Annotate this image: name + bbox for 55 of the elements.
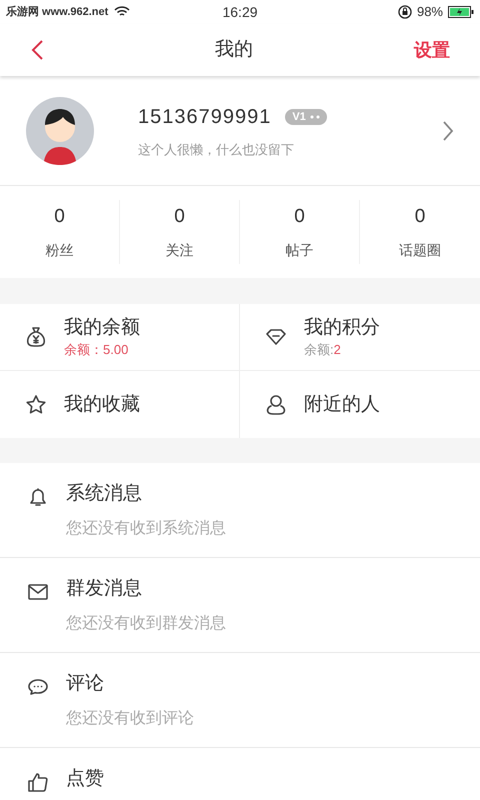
stat-item[interactable]: 0 关注 xyxy=(120,200,240,264)
star-icon xyxy=(24,392,48,416)
stat-count: 0 xyxy=(414,205,426,230)
message-title: 群发消息 xyxy=(66,577,143,601)
message-title: 点赞 xyxy=(66,767,104,791)
battery-percent-text: 98% xyxy=(416,3,443,22)
stat-count: 0 xyxy=(54,205,65,230)
message-subtitle: 您还没有收到群发消息 xyxy=(66,614,226,634)
message-row[interactable]: 系统消息 您还没有收到系统消息 xyxy=(0,463,480,558)
battery-charging-icon xyxy=(448,6,474,18)
stat-label: 粉丝 xyxy=(46,240,74,260)
message-title: 系统消息 xyxy=(66,482,143,506)
wifi-icon xyxy=(114,6,130,18)
page-title: 我的 xyxy=(214,38,254,62)
settings-button[interactable]: 设置 xyxy=(414,36,450,64)
stat-label: 关注 xyxy=(166,240,194,260)
back-chevron-icon xyxy=(30,39,44,61)
message-title: 评论 xyxy=(66,672,105,696)
stat-label: 话题圈 xyxy=(399,240,441,260)
tile-sub-value: 2 xyxy=(334,341,341,359)
tile-sub-value: 5.00 xyxy=(103,341,128,359)
message-subtitle: 您还没有收到系统消息 xyxy=(66,518,226,539)
tile-label: 我的余额 xyxy=(64,316,140,340)
chevron-right-icon xyxy=(442,120,454,142)
menu-tile[interactable]: 我的积分 余额:2 xyxy=(240,304,480,371)
menu-tile[interactable]: 我的余额 余额：5.00 xyxy=(0,304,240,371)
message-row[interactable]: 群发消息 您还没有收到群发消息 xyxy=(0,558,480,653)
tile-label: 附近的人 xyxy=(304,392,380,416)
stat-count: 0 xyxy=(174,205,185,230)
carrier-text: 乐游网 www.962.net xyxy=(6,4,108,20)
tile-sub-label: 余额: xyxy=(304,341,334,359)
person-icon xyxy=(264,392,288,416)
stat-label: 帖子 xyxy=(286,240,314,260)
menu-tile[interactable]: 我的收藏 xyxy=(0,371,240,438)
money-bag-icon xyxy=(24,325,48,349)
stat-item[interactable]: 0 帖子 xyxy=(240,200,360,264)
message-row[interactable]: 评论 您还没有收到评论 xyxy=(0,653,480,748)
stat-count: 0 xyxy=(294,205,305,230)
rotation-lock-icon xyxy=(398,5,412,19)
tile-label: 我的收藏 xyxy=(64,392,140,416)
thumbs-up-icon xyxy=(26,770,50,794)
tile-sub-label: 余额： xyxy=(64,341,103,359)
message-subtitle: 您还没有收到评论 xyxy=(66,709,194,729)
avatar xyxy=(26,96,94,164)
message-row[interactable]: 点赞 xyxy=(0,748,480,800)
tile-label: 我的积分 xyxy=(304,316,380,340)
phone-number: 15136799991 xyxy=(138,104,272,130)
clock-text: 16:29 xyxy=(222,2,258,22)
level-badge: V1 xyxy=(285,108,327,125)
dots-icon xyxy=(310,114,320,119)
bio-text: 这个人很懒，什么也没留下 xyxy=(138,140,295,159)
menu-tile[interactable]: 附近的人 xyxy=(240,371,480,438)
stat-item[interactable]: 0 粉丝 xyxy=(0,200,120,264)
stat-item[interactable]: 0 话题圈 xyxy=(360,200,480,264)
profile-card[interactable]: 15136799991 V1 这个人很懒，什么也没留下 xyxy=(0,76,480,186)
